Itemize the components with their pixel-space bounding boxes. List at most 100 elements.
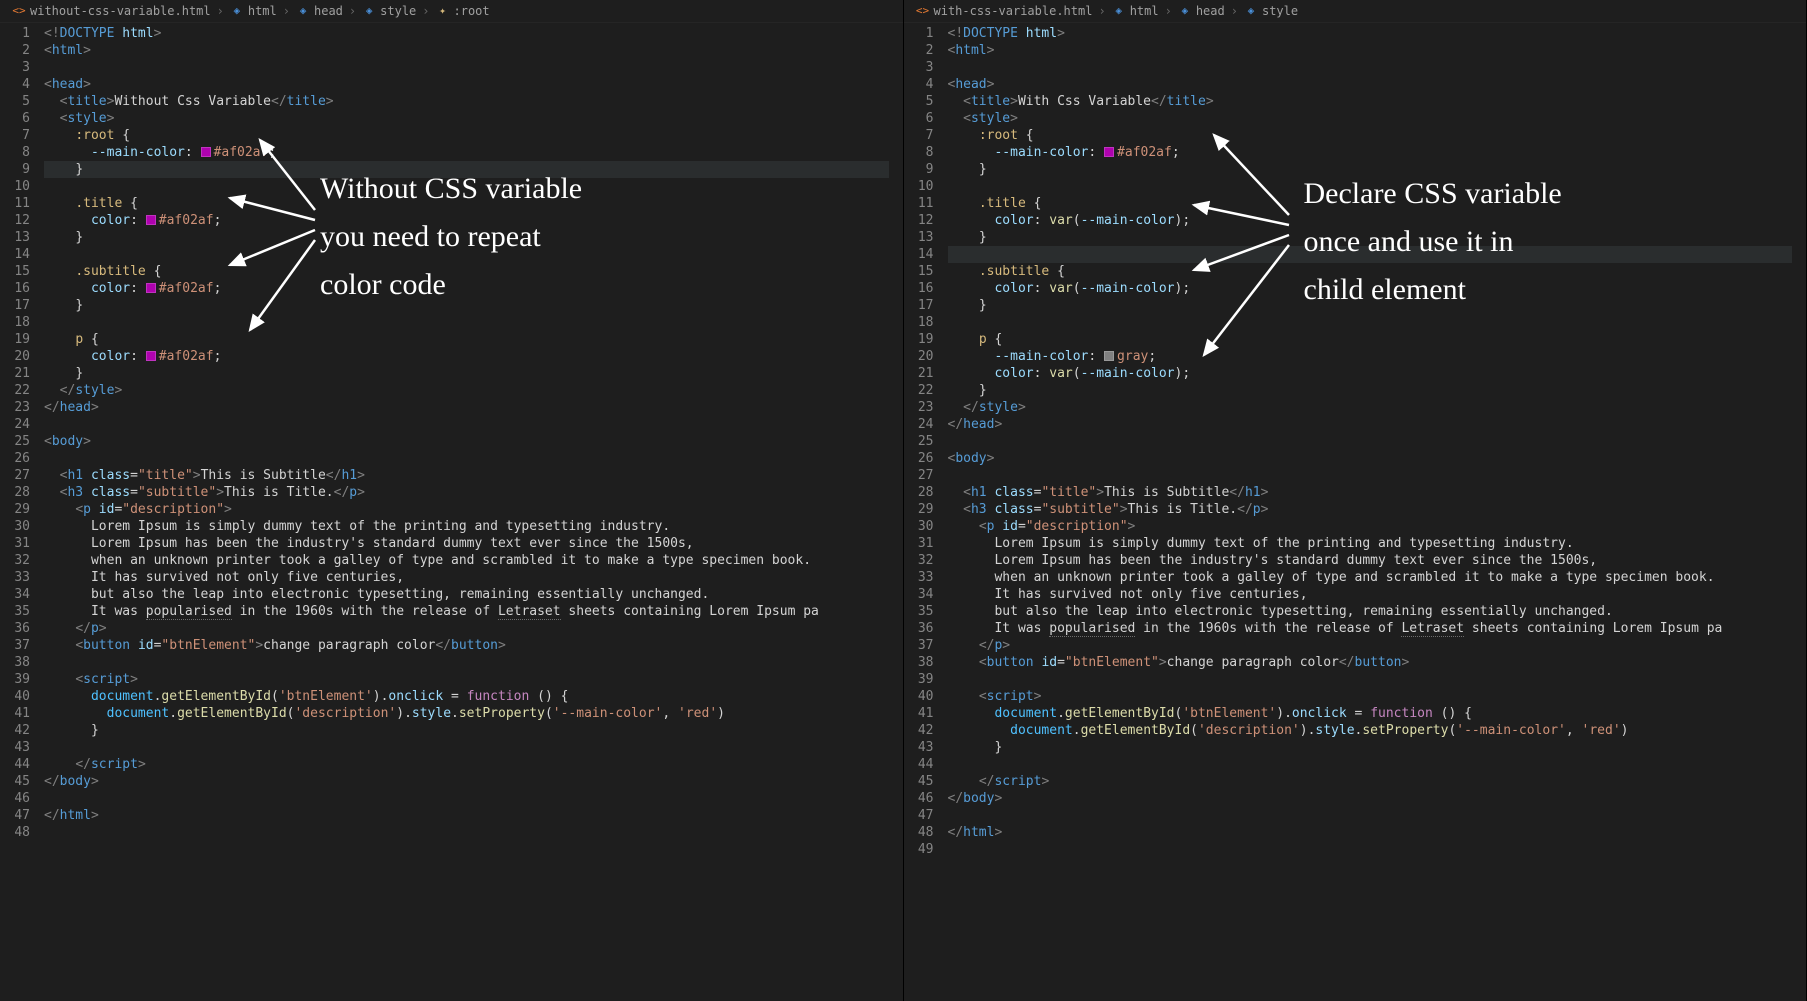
code-line[interactable] (44, 178, 903, 195)
code-line[interactable]: <html> (44, 42, 903, 59)
code-line[interactable] (948, 59, 1807, 76)
code-line[interactable]: <h3 class="subtitle">This is Title.</p> (948, 501, 1807, 518)
code-line[interactable]: </head> (948, 416, 1807, 433)
code-line[interactable]: .title { (44, 195, 903, 212)
code-line[interactable] (948, 467, 1807, 484)
code-line[interactable]: p { (948, 331, 1807, 348)
code-line[interactable]: color: var(--main-color); (948, 212, 1807, 229)
code-line[interactable]: Lorem Ipsum has been the industry's stan… (44, 535, 903, 552)
code-line[interactable]: .subtitle { (44, 263, 903, 280)
code-line[interactable]: Lorem Ipsum has been the industry's stan… (948, 552, 1807, 569)
code-line[interactable]: Lorem Ipsum is simply dummy text of the … (44, 518, 903, 535)
code-line[interactable]: Lorem Ipsum is simply dummy text of the … (948, 535, 1807, 552)
code-line[interactable]: p { (44, 331, 903, 348)
code-line[interactable]: <p id="description"> (44, 501, 903, 518)
code-line[interactable]: <body> (44, 433, 903, 450)
code-line[interactable]: document.getElementById('description').s… (948, 722, 1807, 739)
breadcrumb-segment[interactable]: :root (454, 4, 490, 18)
code-line[interactable]: </html> (44, 807, 903, 824)
code-line[interactable]: when an unknown printer took a galley of… (948, 569, 1807, 586)
code-line[interactable]: </body> (948, 790, 1807, 807)
code-line[interactable] (44, 654, 903, 671)
code-line[interactable]: color: var(--main-color); (948, 365, 1807, 382)
code-line[interactable]: <head> (44, 76, 903, 93)
code-line[interactable]: } (948, 161, 1807, 178)
code-line[interactable]: } (948, 229, 1807, 246)
code-line[interactable]: </style> (44, 382, 903, 399)
code-line[interactable]: .subtitle { (948, 263, 1807, 280)
code-line[interactable]: <body> (948, 450, 1807, 467)
code-line[interactable]: <script> (948, 688, 1807, 705)
breadcrumbs-right[interactable]: <> with-css-variable.html › ◈ html › ◈ h… (904, 0, 1807, 23)
breadcrumb-segment[interactable]: head (1196, 4, 1225, 18)
code-line[interactable]: It has survived not only five centuries, (948, 586, 1807, 603)
code-line[interactable]: It was popularised in the 1960s with the… (44, 603, 903, 620)
code-line[interactable] (44, 246, 903, 263)
code-line[interactable]: <style> (44, 110, 903, 127)
code-line[interactable]: <h3 class="subtitle">This is Title.</p> (44, 484, 903, 501)
breadcrumbs-left[interactable]: <> without-css-variable.html › ◈ html › … (0, 0, 903, 23)
code-line[interactable]: It has survived not only five centuries, (44, 569, 903, 586)
code-line[interactable]: :root { (948, 127, 1807, 144)
code-line[interactable]: } (44, 365, 903, 382)
code-line[interactable] (44, 450, 903, 467)
code-line[interactable]: <!DOCTYPE html> (948, 25, 1807, 42)
breadcrumb-segment[interactable]: html (1130, 4, 1159, 18)
code-line[interactable] (44, 790, 903, 807)
code-line[interactable] (44, 824, 903, 841)
breadcrumb-segment[interactable]: style (1262, 4, 1298, 18)
code-line[interactable]: document.getElementById('btnElement').on… (948, 705, 1807, 722)
code-line[interactable]: color: #af02af; (44, 212, 903, 229)
minimap[interactable] (889, 23, 903, 1001)
code-line[interactable]: } (44, 722, 903, 739)
code-line[interactable]: </p> (948, 637, 1807, 654)
code-line[interactable]: </html> (948, 824, 1807, 841)
code-line[interactable]: color: #af02af; (44, 280, 903, 297)
code-line[interactable]: } (44, 229, 903, 246)
code-line[interactable]: } (948, 382, 1807, 399)
code-line[interactable]: color: var(--main-color); (948, 280, 1807, 297)
code-line[interactable] (44, 739, 903, 756)
code-line[interactable]: <head> (948, 76, 1807, 93)
breadcrumb-segment[interactable]: head (314, 4, 343, 18)
code-line[interactable]: <title>Without Css Variable</title> (44, 93, 903, 110)
code-line[interactable]: <h1 class="title">This is Subtitle</h1> (44, 467, 903, 484)
code-line[interactable]: --main-color: #af02af; (44, 144, 903, 161)
code-line[interactable]: <style> (948, 110, 1807, 127)
breadcrumb-segment[interactable]: style (380, 4, 416, 18)
code-line[interactable] (44, 59, 903, 76)
code-line[interactable] (44, 416, 903, 433)
breadcrumb-segment[interactable]: html (248, 4, 277, 18)
code-line[interactable]: when an unknown printer took a galley of… (44, 552, 903, 569)
minimap[interactable] (1792, 23, 1806, 1001)
code-line[interactable]: --main-color: gray; (948, 348, 1807, 365)
code-line[interactable]: <html> (948, 42, 1807, 59)
code-line[interactable]: } (44, 161, 903, 178)
code-line[interactable]: </style> (948, 399, 1807, 416)
code-line[interactable]: </head> (44, 399, 903, 416)
code-line[interactable] (948, 807, 1807, 824)
code-line[interactable]: <script> (44, 671, 903, 688)
code-line[interactable]: color: #af02af; (44, 348, 903, 365)
code-line[interactable]: </p> (44, 620, 903, 637)
code-line[interactable]: but also the leap into electronic typese… (948, 603, 1807, 620)
code-line[interactable]: --main-color: #af02af; (948, 144, 1807, 161)
breadcrumb-file[interactable]: with-css-variable.html (934, 4, 1093, 18)
code-line[interactable]: .title { (948, 195, 1807, 212)
code-line[interactable]: It was popularised in the 1960s with the… (948, 620, 1807, 637)
code-line[interactable] (948, 246, 1807, 263)
code-content[interactable]: <!DOCTYPE html><html> <head> <title>Witho… (44, 23, 903, 1001)
code-line[interactable]: <p id="description"> (948, 518, 1807, 535)
code-line[interactable]: </script> (44, 756, 903, 773)
code-line[interactable] (948, 433, 1807, 450)
code-line[interactable] (948, 671, 1807, 688)
code-editor-left[interactable]: 1234567891011121314151617181920212223242… (0, 23, 903, 1001)
code-line[interactable] (948, 756, 1807, 773)
code-line[interactable]: } (44, 297, 903, 314)
code-line[interactable]: <h1 class="title">This is Subtitle</h1> (948, 484, 1807, 501)
code-line[interactable]: } (948, 297, 1807, 314)
code-line[interactable]: <!DOCTYPE html> (44, 25, 903, 42)
code-line[interactable]: document.getElementById('description').s… (44, 705, 903, 722)
breadcrumb-file[interactable]: without-css-variable.html (30, 4, 211, 18)
code-line[interactable]: :root { (44, 127, 903, 144)
